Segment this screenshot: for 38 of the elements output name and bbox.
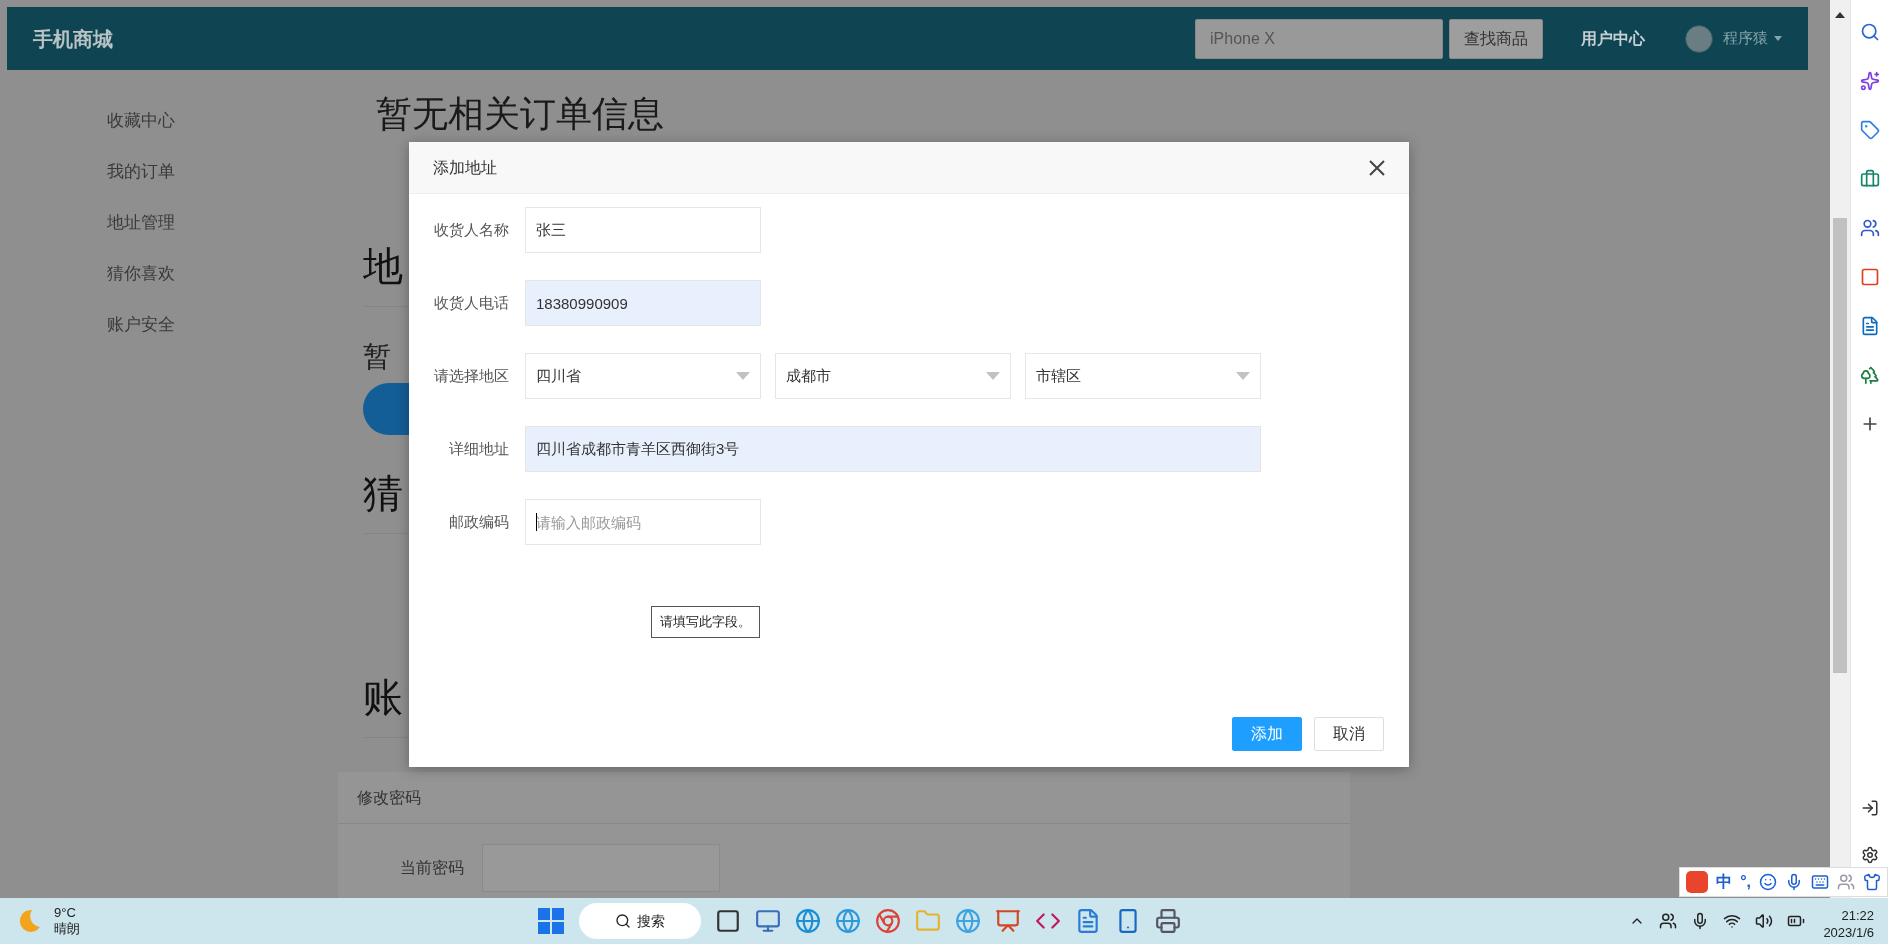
field-label: 收货人电话 — [433, 292, 510, 313]
input-field[interactable]: 四川省成都市青羊区西御街3号 — [525, 426, 1261, 472]
sidebar-item[interactable]: 地址管理 — [107, 212, 338, 233]
dialog-button[interactable]: 取消 — [1314, 717, 1384, 751]
search-button[interactable]: 查找商品 — [1449, 18, 1543, 59]
username-menu[interactable]: 程序猿 — [1723, 27, 1782, 50]
weather-temperature[interactable]: 9°C — [54, 905, 80, 921]
ime-toggle[interactable]: °, — [1740, 870, 1751, 894]
sidebar-item[interactable]: 我的订单 — [107, 161, 338, 182]
sidebar-item[interactable]: 猜你喜欢 — [107, 263, 338, 284]
clock[interactable]: 21:22 2023/1/6 — [1823, 901, 1874, 941]
panel-title: 修改密码 — [357, 787, 421, 808]
field-label: 请选择地区 — [433, 365, 510, 386]
sidebar-item[interactable]: 收藏中心 — [107, 110, 338, 131]
field-label: 收货人名称 — [433, 219, 510, 240]
input-field[interactable]: 张三 — [525, 207, 761, 253]
select-field[interactable]: 成都市 — [775, 353, 1011, 399]
field-label: 邮政编码 — [448, 511, 510, 532]
taskbar-search[interactable]: 搜索 — [579, 903, 701, 939]
section-heading: 猜 — [363, 470, 403, 517]
empty-text: 暂 — [363, 340, 391, 374]
section-heading: 账 — [363, 674, 403, 721]
user-center-link[interactable]: 用户中心 — [1581, 26, 1645, 51]
orders-empty-heading: 暂无相关订单信息 — [376, 94, 664, 134]
section-heading: 地 — [363, 243, 403, 290]
input-field[interactable]: 请输入邮政编码 — [525, 499, 761, 545]
site-logo[interactable]: 手机商城 — [33, 23, 113, 54]
validation-tooltip: 请填写此字段。 — [651, 606, 760, 638]
dialog-title: 添加地址 — [433, 157, 497, 178]
select-field[interactable]: 四川省 — [525, 353, 761, 399]
ime-toggle[interactable]: 中 — [1716, 870, 1733, 894]
select-field[interactable]: 市辖区 — [1025, 353, 1261, 399]
weather-condition[interactable]: 晴朗 — [54, 921, 80, 937]
input-field[interactable]: 18380990909 — [525, 280, 761, 326]
field-label: 详细地址 — [448, 438, 510, 459]
field-label: 当前密码 — [399, 858, 465, 878]
sidebar-item[interactable]: 账户安全 — [107, 314, 338, 335]
search-field[interactable]: iPhone X — [1195, 18, 1443, 59]
